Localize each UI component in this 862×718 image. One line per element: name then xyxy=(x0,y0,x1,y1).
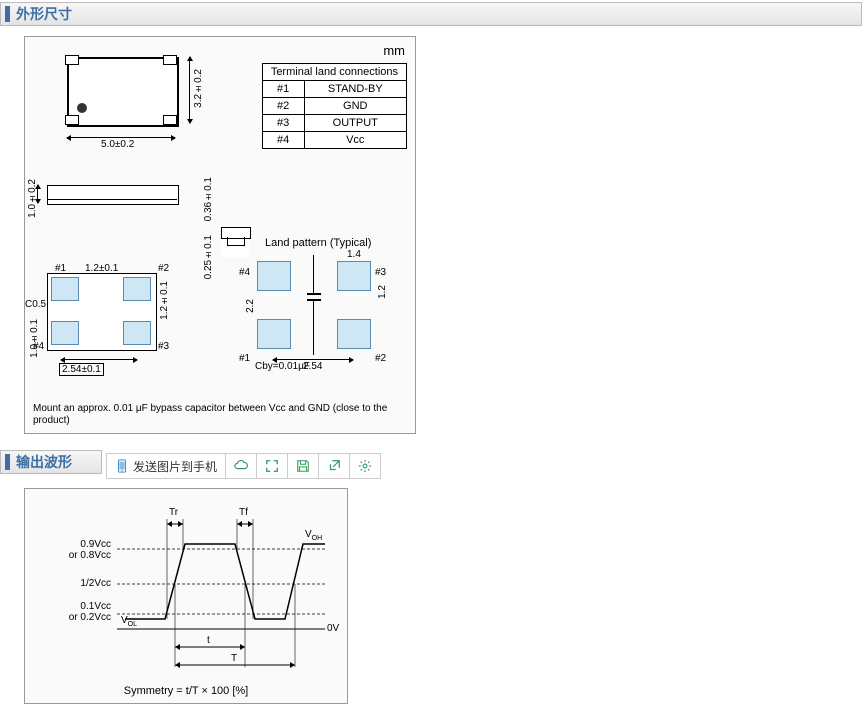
dim-prof-h1: 0.36±0.1 xyxy=(203,177,214,221)
save-icon xyxy=(296,459,310,473)
waveform-diagram: Tr Tf VOH 0V 0.9Vcc or 0.8Vcc 1/2Vcc 0.1… xyxy=(24,488,348,704)
section-title-waveform: 输出波形 xyxy=(16,452,72,472)
send-to-phone-button[interactable]: 发送图片到手机 xyxy=(106,453,226,479)
dim-land-gap: 2.2 xyxy=(245,299,256,313)
dim-top-h: 3.2±0.2 xyxy=(193,69,204,108)
unit-label: mm xyxy=(383,43,405,58)
vol-label: VOL xyxy=(121,615,137,628)
land-pattern-title: Land pattern (Typical) xyxy=(265,237,371,249)
phone-icon xyxy=(115,459,129,473)
dim-land-w: 1.4 xyxy=(347,249,361,260)
symmetry-formula: Symmetry = t/T × 100 [%] xyxy=(25,685,347,697)
profile-view xyxy=(221,227,249,257)
settings-button[interactable] xyxy=(349,453,381,479)
waveform-shape xyxy=(25,489,349,705)
dim-side-h: 1.0±0.2 xyxy=(27,179,38,218)
pin1-dot-icon xyxy=(77,103,87,113)
t-big-label: T xyxy=(231,653,237,664)
section-title-dimensions: 外形尺寸 xyxy=(16,4,72,24)
dim-bot-pitch: 2.54±0.1 xyxy=(59,363,104,376)
zero-label: 0V xyxy=(327,623,339,634)
share-icon xyxy=(327,459,341,473)
t-small-label: t xyxy=(207,635,210,646)
lvl-20: or 0.2Vcc xyxy=(69,612,111,623)
dim-bot-side: 1.0±0.1 xyxy=(29,319,40,358)
section-bar-icon xyxy=(5,6,10,22)
save-button[interactable] xyxy=(287,453,319,479)
footnote: Mount an approx. 0.01 μF bypass capacito… xyxy=(33,403,407,427)
gear-icon xyxy=(358,459,372,473)
section-header-dimensions: 外形尺寸 xyxy=(0,2,862,26)
cloud-icon xyxy=(234,459,248,473)
lvl-10: 0.1Vcc xyxy=(80,601,111,612)
dimensions-diagram: mm Terminal land connections #1STAND-BY … xyxy=(24,36,416,434)
lvl-50: 1/2Vcc xyxy=(80,578,111,589)
expand-icon xyxy=(265,459,279,473)
dim-bot-pad-h: 1.2±0.1 xyxy=(159,281,170,320)
image-toolbar: 发送图片到手机 xyxy=(106,453,381,479)
section-bar-icon xyxy=(5,454,10,470)
share-button[interactable] xyxy=(318,453,350,479)
tr-label: Tr xyxy=(169,507,178,518)
dim-top-w: 5.0±0.2 xyxy=(101,139,134,150)
section-header-waveform: 输出波形 xyxy=(0,450,102,474)
land-pattern: #4 #3 #1 #2 1.4 1.2 2.2 2.54 Cby=0.01μF xyxy=(251,255,381,365)
dim-bot-pad-w: 1.2±0.1 xyxy=(85,263,118,274)
voh-label: VOH xyxy=(305,529,322,542)
tf-label: Tf xyxy=(239,507,248,518)
dim-chamfer: C0.5 xyxy=(25,299,46,310)
cloud-button[interactable] xyxy=(225,453,257,479)
terminal-table-header: Terminal land connections xyxy=(262,64,406,81)
dim-land-h: 1.2 xyxy=(377,285,388,299)
dim-prof-h2: 0.25±0.1 xyxy=(203,235,214,279)
cby-label: Cby=0.01μF xyxy=(255,361,310,372)
fullscreen-button[interactable] xyxy=(256,453,288,479)
send-label: 发送图片到手机 xyxy=(133,458,217,475)
lvl-80: or 0.8Vcc xyxy=(69,550,111,561)
lvl-90: 0.9Vcc xyxy=(80,539,111,550)
terminal-table: Terminal land connections #1STAND-BY #2G… xyxy=(262,63,407,149)
